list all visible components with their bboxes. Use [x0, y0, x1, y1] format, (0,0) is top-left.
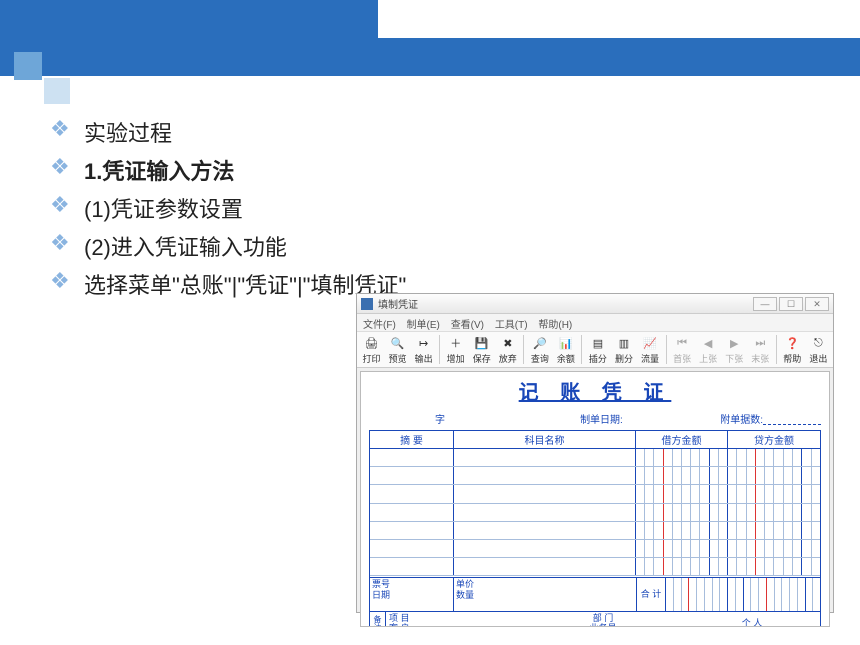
header-decoration	[0, 0, 860, 100]
attach-label: 附单据数:	[720, 415, 763, 426]
ticket-label: 票号	[372, 579, 451, 590]
menu-file[interactable]: 文件(F)	[363, 320, 396, 331]
toolbar-末张: ⏭末张	[748, 333, 773, 367]
menu-edit[interactable]: 制单(E)	[407, 320, 440, 331]
grid-row[interactable]	[370, 522, 820, 540]
total-label: 合 计	[636, 578, 666, 611]
grid-row[interactable]	[370, 558, 820, 576]
toolbar-首张: ⏮首张	[670, 333, 695, 367]
bullet-2: 1.凭证输入方法	[84, 154, 234, 186]
grid-row[interactable]	[370, 540, 820, 558]
toolbar-帮助[interactable]: ❓帮助	[780, 333, 805, 367]
menubar: 文件(F) 制单(E) 查看(V) 工具(T) 帮助(H)	[357, 314, 833, 332]
col-debit: 借方金额	[636, 431, 728, 449]
toolbar-预览[interactable]: 🔍预览	[385, 333, 410, 367]
col-credit: 贷方金额	[728, 431, 820, 449]
toolbar-增加[interactable]: ＋增加	[443, 333, 468, 367]
slide-content: ❖ 实验过程 ❖ 1.凭证输入方法 ❖ (1)凭证参数设置 ❖ (2)进入凭证输入功能…	[50, 116, 780, 306]
bullet-4: (2)进入凭证输入功能	[84, 230, 287, 262]
menu-tool[interactable]: 工具(T)	[495, 320, 528, 331]
bullet-icon: ❖	[50, 154, 70, 180]
toolbar-放弃[interactable]: ✖放弃	[495, 333, 520, 367]
col-subject: 科目名称	[454, 431, 636, 449]
qty-label: 数量	[456, 590, 634, 601]
grid-row[interactable]	[370, 485, 820, 503]
customer-label: 客 户	[389, 623, 519, 628]
date-label: 制单日期:	[580, 415, 623, 426]
bullet-icon: ❖	[50, 192, 70, 218]
toolbar-流量[interactable]: 📈流量	[638, 333, 663, 367]
bullet-icon: ❖	[50, 230, 70, 256]
close-button[interactable]: ✕	[805, 297, 829, 311]
grid-row[interactable]	[370, 467, 820, 485]
voucher-title: 记 账 凭 证	[361, 376, 829, 405]
col-summary: 摘 要	[370, 431, 454, 449]
titlebar[interactable]: 填制凭证 — ☐ ✕	[357, 294, 833, 314]
app-window: 填制凭证 — ☐ ✕ 文件(F) 制单(E) 查看(V) 工具(T) 帮助(H)…	[356, 293, 834, 613]
attach-input[interactable]	[763, 415, 821, 425]
bullet-1: 实验过程	[84, 116, 172, 148]
remark-label: 备注	[370, 612, 386, 627]
meta-row: 票号 日期 单价 数量 合 计	[369, 578, 821, 612]
bullet-3: (1)凭证参数设置	[84, 192, 243, 224]
voucher-paper: 记 账 凭 证 字 制单日期: 附单据数: 摘 要 科目名称 借方金额 贷方金额…	[360, 371, 830, 627]
toolbar-保存[interactable]: 💾保存	[469, 333, 494, 367]
zi-label: 字	[435, 415, 445, 426]
toolbar-输出[interactable]: ↦输出	[411, 333, 436, 367]
toolbar-查询[interactable]: 🔎查询	[527, 333, 552, 367]
app-icon	[361, 298, 373, 310]
price-label: 单价	[456, 579, 634, 590]
toolbar-打印[interactable]: 🖨打印	[359, 333, 384, 367]
window-title: 填制凭证	[378, 296, 753, 311]
menu-view[interactable]: 查看(V)	[451, 320, 484, 331]
date2-label: 日期	[372, 590, 451, 601]
project-label: 项 目	[389, 613, 519, 623]
toolbar-删分[interactable]: ▥删分	[611, 333, 636, 367]
toolbar-余额[interactable]: 📊余额	[553, 333, 578, 367]
person-label: 个 人	[687, 618, 817, 628]
toolbar-下张: ▶下张	[722, 333, 747, 367]
grid-row[interactable]	[370, 504, 820, 522]
toolbar: 🖨打印🔍预览↦输出 ＋增加💾保存✖放弃 🔎查询📊余额 ▤插分▥删分📈流量 ⏮首张◀上张▶…	[357, 332, 833, 368]
bullet-icon: ❖	[50, 268, 70, 294]
toolbar-退出[interactable]: ⎋退出	[806, 333, 831, 367]
maximize-button[interactable]: ☐	[779, 297, 803, 311]
voucher-grid: 摘 要 科目名称 借方金额 贷方金额	[369, 430, 821, 578]
operator-label: 业务员	[525, 623, 681, 628]
menu-help[interactable]: 帮助(H)	[538, 320, 572, 331]
minimize-button[interactable]: —	[753, 297, 777, 311]
grid-row[interactable]	[370, 449, 820, 467]
dept-label: 部 门	[525, 613, 681, 623]
remark-row: 备注 项 目 客 户 部 门 业务员 个 人	[369, 612, 821, 627]
bullet-icon: ❖	[50, 116, 70, 142]
toolbar-上张: ◀上张	[696, 333, 721, 367]
toolbar-插分[interactable]: ▤插分	[585, 333, 610, 367]
